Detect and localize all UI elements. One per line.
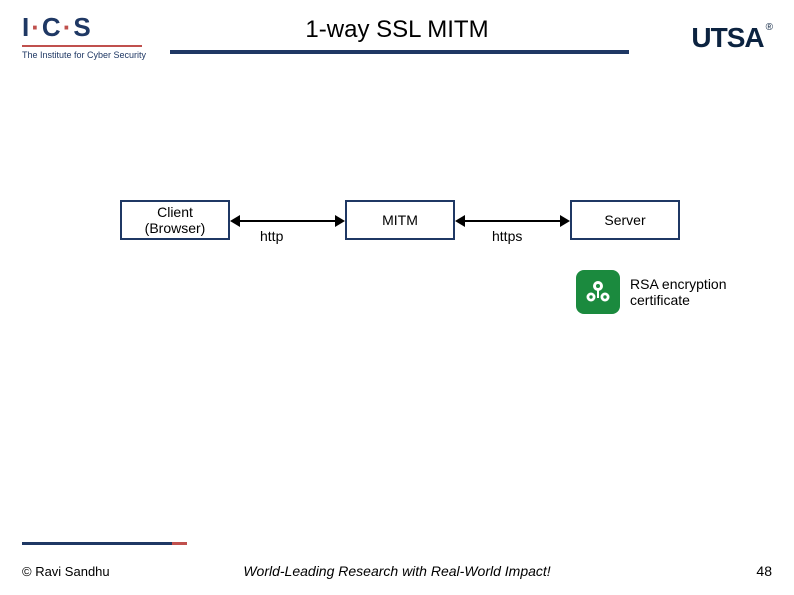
link-label-http: http	[260, 228, 283, 244]
keys-glyph-icon	[581, 275, 615, 309]
ics-logo-subtitle: The Institute for Cyber Security	[22, 50, 162, 60]
keys-certificate-icon	[576, 270, 620, 314]
registered-mark-icon: ®	[766, 22, 772, 33]
title-underline	[170, 50, 629, 54]
client-node: Client(Browser)	[120, 200, 230, 240]
slide-title: 1-way SSL MITM	[305, 16, 488, 44]
ics-logo-text: I·C·S	[22, 12, 162, 43]
footer-rule	[22, 542, 772, 545]
mitm-node-label: MITM	[382, 212, 418, 228]
link-label-https: https	[492, 228, 522, 244]
ics-logo-rule	[22, 45, 142, 47]
client-node-label: Client(Browser)	[145, 204, 206, 236]
copyright-text: © Ravi Sandhu	[22, 564, 110, 579]
utsa-logo: UTSA®	[691, 22, 772, 54]
page-number: 48	[756, 563, 772, 579]
server-node-label: Server	[604, 212, 645, 228]
server-node: Server	[570, 200, 680, 240]
arrow-client-mitm	[232, 220, 343, 222]
arrow-mitm-server	[457, 220, 568, 222]
mitm-diagram: Client(Browser) MITM Server http https R…	[0, 200, 794, 500]
certificate-label: RSA encryptioncertificate	[630, 276, 727, 308]
slide-header: I·C·S The Institute for Cyber Security 1…	[0, 0, 794, 70]
mitm-node: MITM	[345, 200, 455, 240]
slide-footer: © Ravi Sandhu World-Leading Research wit…	[0, 551, 794, 579]
ics-logo: I·C·S The Institute for Cyber Security	[22, 12, 162, 60]
tagline-text: World-Leading Research with Real-World I…	[243, 563, 550, 579]
utsa-logo-text: UTSA	[691, 22, 763, 53]
